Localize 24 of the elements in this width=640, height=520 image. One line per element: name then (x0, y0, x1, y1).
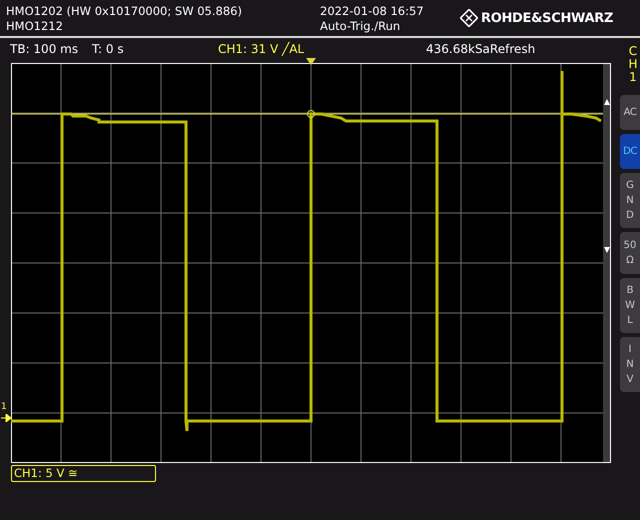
date-time: 2022-01-08 16:57 (320, 4, 425, 19)
coupling-button[interactable]: AC (620, 94, 640, 130)
channel-scale[interactable]: CH1: 5 V ≅ (11, 465, 156, 482)
trigger-point-icon (307, 110, 315, 118)
trigger-setting: CH1: 31 V ╱AL (218, 42, 306, 56)
channel-label: CH1 (627, 45, 639, 85)
arrow-icon (1, 414, 11, 422)
trigger-position-icon (306, 58, 316, 65)
coupling-button[interactable]: INV (620, 336, 640, 392)
model-info: HMO1202 (HW 0x10170000; SW 05.886) (6, 4, 243, 19)
scroll-down-icon (604, 247, 610, 253)
coupling-button[interactable]: DC (620, 134, 640, 169)
trigger-time: T: 0 s (92, 42, 125, 56)
coupling-button[interactable]: 50 Ω (620, 232, 640, 274)
logo-icon (460, 9, 478, 27)
scroll-up-icon (604, 99, 610, 105)
brand-name: ROHDE&SCHWARZ (481, 10, 614, 26)
acquisition-rate: 436.68kSaRefresh (426, 42, 536, 56)
ground-marker: 1 (1, 403, 7, 412)
coupling-button[interactable]: GND (620, 172, 640, 228)
coupling-button[interactable]: BWL (620, 278, 640, 333)
timebase: TB: 100 ms (10, 42, 80, 56)
device-name: HMO1212 (6, 19, 64, 34)
run-status: Auto-Trig./Run (320, 19, 402, 34)
